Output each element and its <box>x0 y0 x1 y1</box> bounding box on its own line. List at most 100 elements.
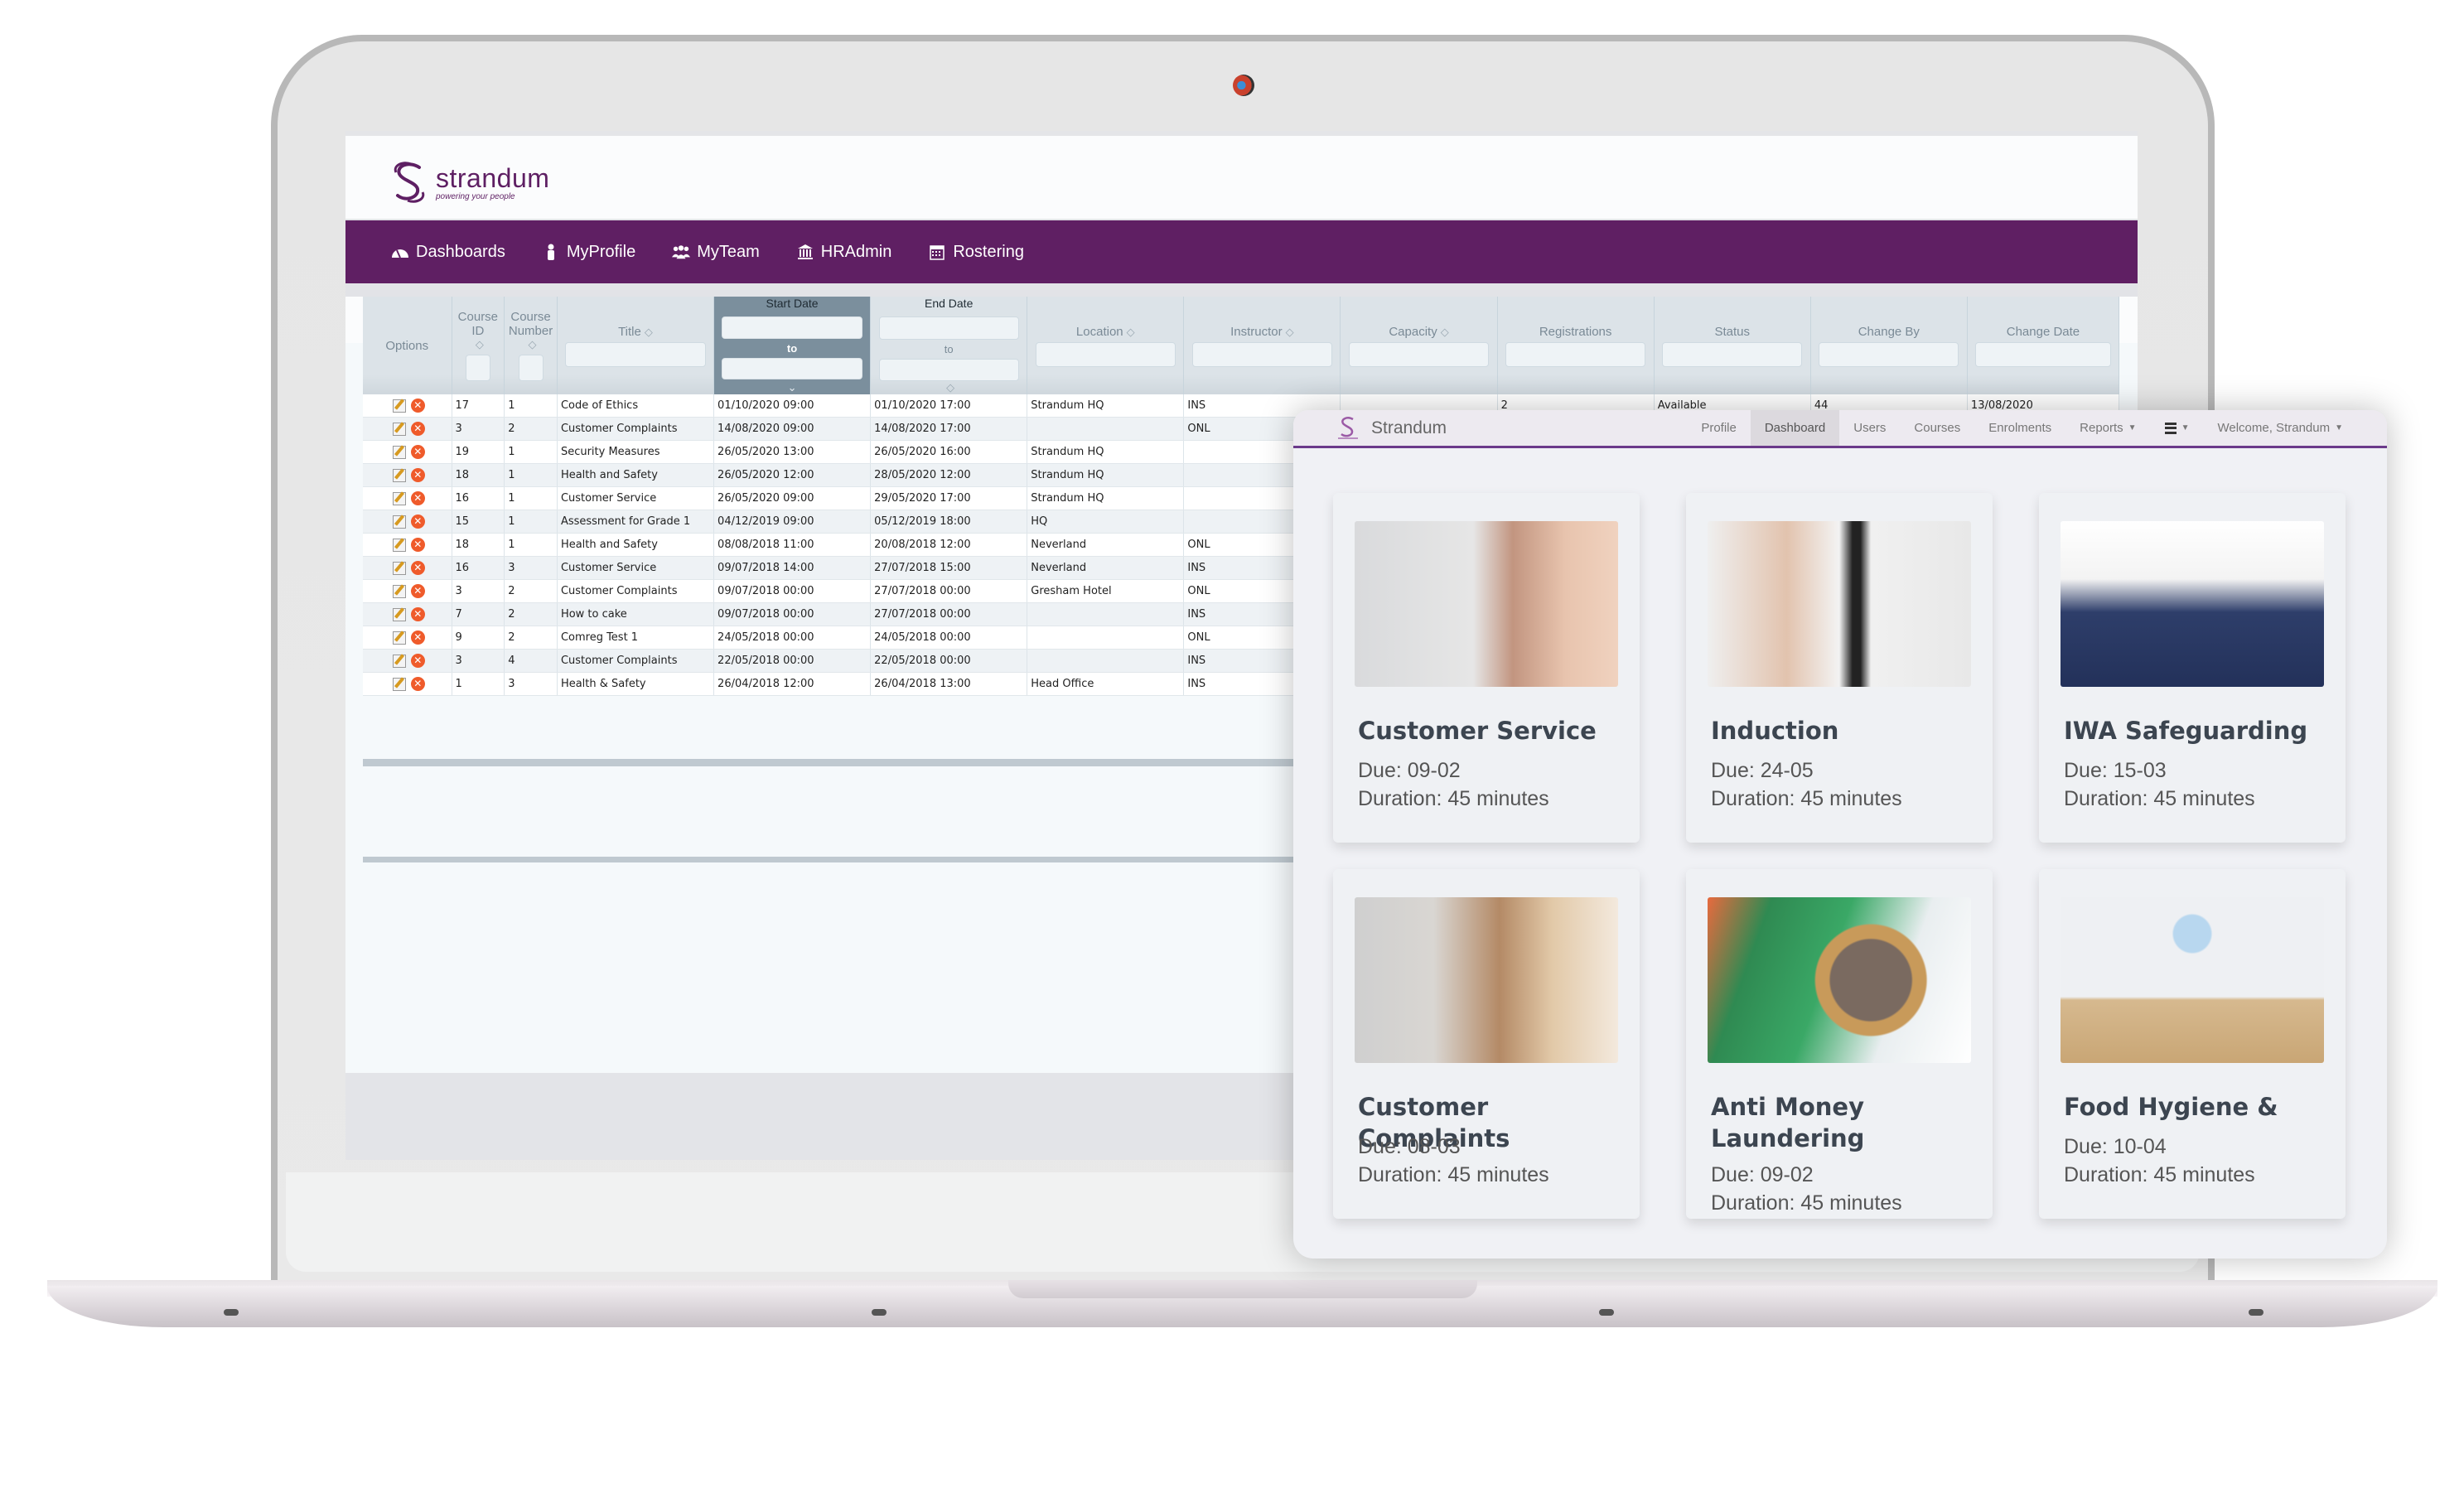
end-date-from-input[interactable] <box>878 316 1019 340</box>
nav-item-rostering[interactable]: Rostering <box>928 243 1024 262</box>
learner-dashboard-window: Strandum Profile Dashboard Users Courses… <box>1293 410 2387 1259</box>
cell-title: Customer Complaints <box>558 580 715 602</box>
col-location[interactable]: Location ◇ <box>1027 297 1185 394</box>
instructor-filter[interactable] <box>1191 341 1333 367</box>
delete-icon[interactable]: ✕ <box>410 654 425 668</box>
nav-item-dashboards[interactable]: Dashboards <box>391 243 505 262</box>
course-card[interactable]: Customer Complaints Due: 08-03 Duration: 4… <box>1333 869 1640 1219</box>
course-card[interactable]: Induction Due: 24-05 Duration: 45 minutes <box>1686 493 1993 843</box>
course-due-date: Due: 15-03 <box>2064 759 2167 782</box>
cell-id: 3 <box>452 418 505 440</box>
sort-icon[interactable]: ◇ <box>1127 326 1135 338</box>
change-by-filter[interactable] <box>1819 341 1959 367</box>
end-date-to-input[interactable] <box>878 358 1019 381</box>
col-start-date[interactable]: Start Date to ⌄ <box>714 297 872 394</box>
registrations-filter[interactable] <box>1505 341 1646 367</box>
delete-icon[interactable]: ✕ <box>410 584 425 598</box>
edit-icon[interactable] <box>392 422 406 436</box>
delete-icon[interactable]: ✕ <box>410 561 425 575</box>
edit-icon[interactable] <box>392 584 406 598</box>
edit-icon[interactable] <box>392 468 406 482</box>
nav-link-reports[interactable]: Reports ▼ <box>2065 410 2150 446</box>
edit-icon[interactable] <box>392 654 406 668</box>
cell-location: Strandum HQ <box>1027 394 1185 417</box>
edit-icon[interactable] <box>392 607 406 621</box>
sort-icon[interactable]: ◇ <box>476 338 484 351</box>
webcam-icon <box>1233 75 1254 96</box>
dashboard-icon <box>391 243 409 261</box>
edit-icon[interactable] <box>392 491 406 505</box>
title-filter[interactable] <box>565 341 706 367</box>
sort-icon[interactable]: ◇ <box>645 326 653 338</box>
start-date-from-input[interactable] <box>722 316 862 339</box>
edit-icon[interactable] <box>392 515 406 529</box>
edit-icon[interactable] <box>392 677 406 691</box>
security-guard-photo <box>2061 521 2324 687</box>
cell-num: 2 <box>505 603 558 626</box>
delete-icon[interactable]: ✕ <box>410 399 425 413</box>
edit-icon[interactable] <box>392 445 406 459</box>
sort-icon[interactable]: ◇ <box>1286 326 1294 338</box>
col-end-date[interactable]: End Date to ◇ <box>871 297 1028 394</box>
strandum-logo-icon <box>394 162 425 203</box>
sort-icon[interactable]: ◇ <box>529 338 537 351</box>
sort-icon[interactable]: ◇ <box>1441 326 1449 338</box>
course-number-filter[interactable] <box>518 355 544 381</box>
status-filter[interactable] <box>1662 341 1803 367</box>
groceries-mask-photo <box>2061 897 2324 1063</box>
delete-icon[interactable]: ✕ <box>410 445 425 459</box>
cell-num: 3 <box>505 673 558 695</box>
change-date-filter[interactable] <box>1975 341 2111 367</box>
col-capacity[interactable]: Capacity ◇ <box>1341 297 1498 394</box>
col-title[interactable]: Title ◇ <box>558 297 715 394</box>
nav-link-users[interactable]: Users <box>1839 410 1900 446</box>
course-card[interactable]: Food Hygiene & Due: 10-04 Duration: 45 min… <box>2039 869 2346 1219</box>
delete-icon[interactable]: ✕ <box>410 468 425 482</box>
col-course-id[interactable]: Course ID ◇ <box>452 297 505 394</box>
delete-icon[interactable]: ✕ <box>410 677 425 691</box>
cell-title: How to cake <box>558 603 715 626</box>
cell-id: 7 <box>452 603 505 626</box>
delete-icon[interactable]: ✕ <box>410 630 425 645</box>
sort-icon[interactable]: ◇ <box>946 381 954 394</box>
nav-link-enrolments[interactable]: Enrolments <box>1974 410 2065 446</box>
delete-icon[interactable]: ✕ <box>410 491 425 505</box>
cell-title: Health and Safety <box>558 464 715 486</box>
course-duration: Duration: 45 minutes <box>1711 1191 1902 1215</box>
cell-id: 3 <box>452 580 505 602</box>
capacity-filter[interactable] <box>1348 341 1490 367</box>
nav-item-myprofile[interactable]: MyProfile <box>542 243 635 262</box>
delete-icon[interactable]: ✕ <box>410 515 425 529</box>
nav-link-profile[interactable]: Profile <box>1687 410 1751 446</box>
server-menu-dropdown[interactable]: ▼ <box>2151 410 2204 446</box>
edit-icon[interactable] <box>392 538 406 552</box>
cell-end: 26/04/2018 13:00 <box>871 673 1028 695</box>
course-card[interactable]: IWA Safeguarding Due: 15-03 Duration: 45 m… <box>2039 493 2346 843</box>
cell-start: 24/05/2018 00:00 <box>714 626 872 649</box>
course-card[interactable]: Anti Money Laundering Due: 09-02 Duration:… <box>1686 869 1993 1219</box>
delete-icon[interactable]: ✕ <box>410 422 425 436</box>
edit-icon[interactable] <box>392 630 406 645</box>
location-filter[interactable] <box>1035 341 1176 367</box>
delete-icon[interactable]: ✕ <box>410 607 425 621</box>
dashboard-brand[interactable]: Strandum <box>1336 416 1447 441</box>
nav-link-courses[interactable]: Courses <box>1900 410 1974 446</box>
nav-item-hradmin[interactable]: HRAdmin <box>796 243 891 262</box>
delete-icon[interactable]: ✕ <box>410 538 425 552</box>
course-id-filter[interactable] <box>465 355 490 381</box>
nav-item-myteam[interactable]: MyTeam <box>672 243 760 262</box>
user-menu-dropdown[interactable]: Welcome, Strandum ▼ <box>2203 410 2357 446</box>
start-date-to-input[interactable] <box>722 357 862 379</box>
users-icon <box>672 243 691 261</box>
col-instructor[interactable]: Instructor ◇ <box>1184 297 1341 394</box>
cell-id: 18 <box>452 534 505 556</box>
strandum-logo[interactable]: strandum powering your people <box>391 161 549 204</box>
course-card[interactable]: Customer Service Due: 09-02 Duration: 45 m… <box>1333 493 1640 843</box>
chevron-down-icon[interactable]: ⌄ <box>788 381 797 394</box>
edit-icon[interactable] <box>392 399 406 413</box>
nav-link-dashboard[interactable]: Dashboard <box>1750 410 1840 446</box>
col-course-number[interactable]: Course Number ◇ <box>505 297 558 394</box>
cell-start: 26/05/2020 13:00 <box>714 441 872 463</box>
headset-agent-photo <box>1355 521 1618 687</box>
edit-icon[interactable] <box>392 561 406 575</box>
